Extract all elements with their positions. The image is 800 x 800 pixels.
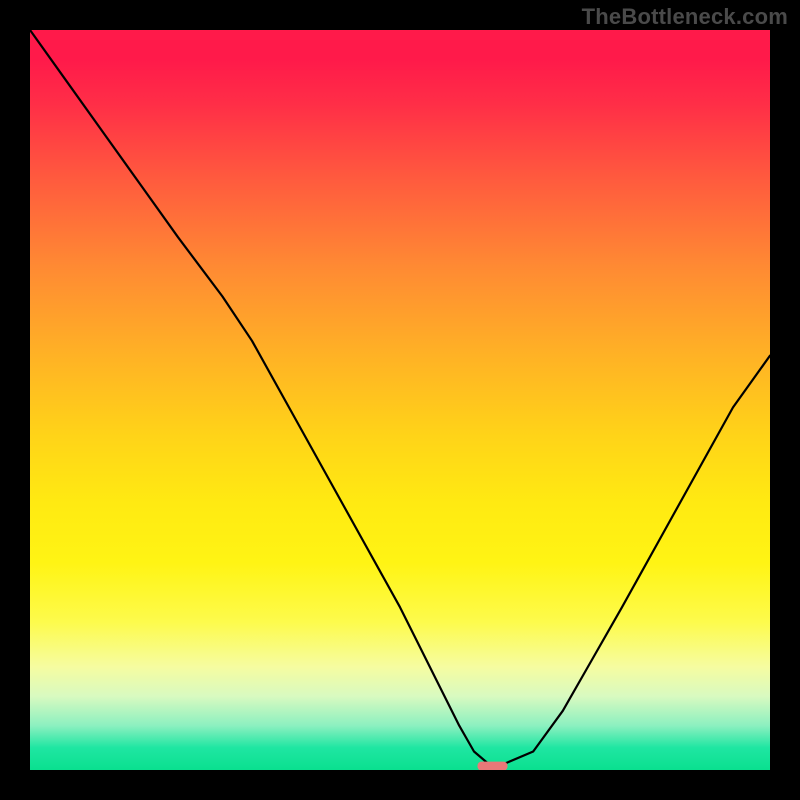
chart-frame: TheBottleneck.com [0,0,800,800]
optimal-marker [478,762,508,770]
watermark-text: TheBottleneck.com [582,4,788,30]
bottleneck-curve [30,30,770,764]
chart-svg [30,30,770,770]
plot-area [30,30,770,770]
